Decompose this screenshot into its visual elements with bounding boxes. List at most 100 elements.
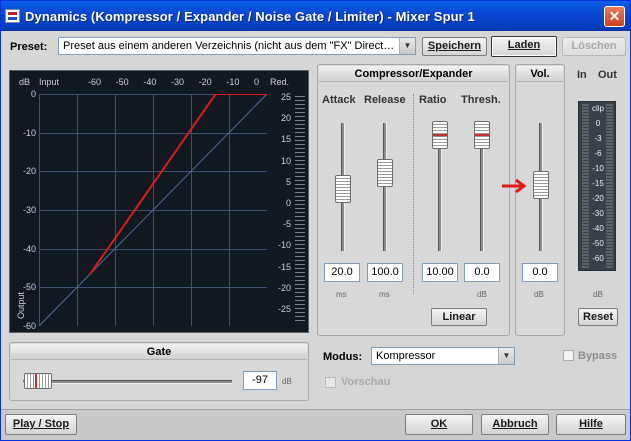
- output-tick-label: -20: [22, 166, 36, 176]
- close-button[interactable]: ✕: [604, 6, 625, 27]
- reduction-tick-label: -15: [277, 262, 291, 272]
- release-label: Release: [364, 94, 406, 106]
- reduction-tick-label: 5: [285, 177, 291, 187]
- mode-value: Kompressor: [376, 350, 436, 362]
- gate-unit: dB: [282, 377, 292, 386]
- threshold-label: Thresh.: [461, 94, 501, 106]
- threshold-value-field[interactable]: 0.0: [464, 263, 500, 282]
- save-button[interactable]: Speichern: [422, 37, 487, 56]
- reduction-tick-label: 10: [280, 156, 291, 166]
- input-tick-label: -30: [171, 77, 185, 87]
- meter-unit: dB: [593, 290, 603, 299]
- dynamics-window: Dynamics (Kompressor / Expander / Noise …: [0, 0, 631, 441]
- play-stop-button[interactable]: Play / Stop: [5, 414, 77, 435]
- preview-label: Vorschau: [341, 376, 391, 388]
- input-tick-label: -50: [115, 77, 129, 87]
- reduction-tick-label: -25: [277, 304, 291, 314]
- mode-label: Modus:: [323, 351, 363, 363]
- meter-out-label: Out: [598, 69, 617, 81]
- window-title: Dynamics (Kompressor / Expander / Noise …: [25, 9, 475, 24]
- attack-value-field[interactable]: 20.0: [324, 263, 360, 282]
- db-label: dB: [19, 77, 31, 87]
- preset-dropdown[interactable]: Preset aus einem anderen Verzeichnis (ni…: [58, 37, 416, 55]
- output-tick-label: -50: [22, 282, 36, 292]
- meter-tick-label: -60: [592, 254, 604, 263]
- attack-unit: ms: [336, 290, 347, 299]
- gate-value-field[interactable]: -97: [243, 371, 277, 390]
- preview-checkbox[interactable]: [325, 377, 336, 388]
- reduction-meter: [295, 96, 305, 324]
- cancel-button[interactable]: Abbruch: [481, 414, 549, 435]
- arrow-right-icon: [502, 178, 527, 194]
- app-icon: [5, 9, 20, 23]
- mode-dropdown[interactable]: Kompressor ▼: [371, 347, 515, 365]
- transfer-curve-panel: dB Input Red. Output -60 -50 -40 -30 -20 -10 0…: [9, 70, 309, 333]
- reduction-label: Red.: [270, 77, 290, 87]
- linear-button[interactable]: Linear: [431, 308, 487, 326]
- reduction-tick-label: 15: [280, 134, 291, 144]
- volume-slider-handle[interactable]: [533, 171, 549, 199]
- reduction-tick-label: 0: [285, 198, 291, 208]
- output-tick-label: -40: [22, 244, 36, 254]
- help-button[interactable]: Hilfe: [556, 414, 626, 435]
- chevron-down-icon[interactable]: ▼: [399, 38, 415, 54]
- meter-tick-label: clip: [591, 104, 604, 113]
- input-tick-label: -60: [88, 77, 102, 87]
- output-level-bar: [606, 104, 613, 268]
- gate-slider-track[interactable]: [23, 380, 232, 384]
- ratio-label: Ratio: [419, 94, 447, 106]
- output-tick-label: 0: [30, 89, 36, 99]
- transfer-curve-plot[interactable]: [39, 94, 267, 326]
- chevron-down-icon[interactable]: ▼: [498, 348, 514, 364]
- output-tick-label: -30: [22, 205, 36, 215]
- input-tick-label: -20: [198, 77, 212, 87]
- ratio-slider-handle[interactable]: [432, 121, 448, 149]
- output-axis-label: Output: [16, 291, 26, 319]
- meter-tick-label: -40: [592, 224, 604, 233]
- volume-header: Vol.: [517, 66, 563, 82]
- title-bar[interactable]: Dynamics (Kompressor / Expander / Noise …: [1, 1, 630, 31]
- reduction-tick-label: -10: [277, 240, 291, 250]
- release-slider-track[interactable]: [383, 123, 387, 251]
- attack-label: Attack: [322, 94, 356, 106]
- gate-slider-handle[interactable]: [24, 373, 52, 389]
- gate-header: Gate: [11, 344, 307, 360]
- release-slider-handle[interactable]: [377, 159, 393, 187]
- input-axis-label: Input: [39, 77, 60, 87]
- reduction-tick-label: -5: [282, 219, 291, 229]
- load-button[interactable]: Laden: [491, 36, 557, 57]
- threshold-unit: dB: [477, 290, 487, 299]
- reset-button[interactable]: Reset: [578, 308, 618, 326]
- output-tick-label: -10: [22, 128, 36, 138]
- meter-tick-label: -3: [594, 134, 602, 143]
- ok-button[interactable]: OK: [405, 414, 473, 435]
- reduction-tick-label: 20: [280, 113, 291, 123]
- input-tick-label: -10: [226, 77, 240, 87]
- bypass-checkbox[interactable]: [563, 350, 574, 361]
- level-meter: clip 0 -3 -6 -10 -15 -20 -30 -40 -50 -60: [578, 101, 616, 271]
- preset-value: Preset aus einem anderen Verzeichnis (ni…: [63, 40, 395, 52]
- preset-label: Preset:: [10, 41, 48, 53]
- volume-value-field[interactable]: 0.0: [522, 263, 558, 282]
- ratio-value-field[interactable]: 10.00: [422, 263, 458, 282]
- meter-tick-label: -50: [592, 239, 604, 248]
- input-tick-label: 0: [254, 77, 260, 87]
- meter-tick-label: -10: [592, 164, 604, 173]
- release-value-field[interactable]: 100.0: [367, 263, 403, 282]
- compressor-header: Compressor/Expander: [319, 66, 508, 82]
- attack-slider-handle[interactable]: [335, 175, 351, 203]
- output-tick-label: -60: [22, 321, 36, 331]
- meter-tick-label: -15: [592, 179, 604, 188]
- meter-tick-label: -20: [592, 194, 604, 203]
- divider: [413, 94, 414, 294]
- threshold-slider-handle[interactable]: [474, 121, 490, 149]
- bypass-label: Bypass: [578, 350, 618, 362]
- delete-button[interactable]: Löschen: [562, 37, 626, 56]
- volume-unit: dB: [534, 290, 544, 299]
- reduction-tick-label: -20: [277, 283, 291, 293]
- reduction-tick-label: 25: [280, 92, 291, 102]
- meter-in-label: In: [577, 69, 587, 81]
- release-unit: ms: [379, 290, 390, 299]
- meter-tick-label: -6: [594, 149, 602, 158]
- meter-tick-label: 0: [595, 119, 601, 128]
